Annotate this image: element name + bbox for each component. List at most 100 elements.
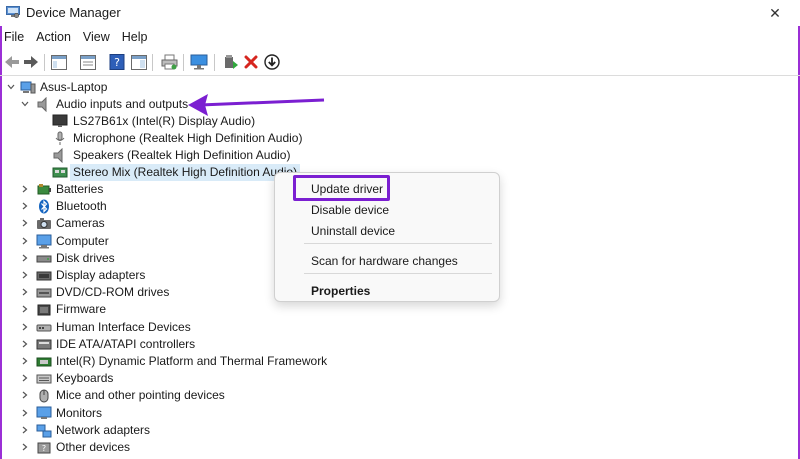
toolbar-separator [152,54,153,71]
annotation-highlight [293,175,390,201]
thermal-framework-icon [36,357,52,367]
speaker-icon [37,97,47,112]
title-bar: Device Manager ✕ [0,0,800,26]
download-driver-icon [264,54,280,70]
tree-category-label: Firmware [56,302,106,317]
tree-category-label: Other devices [56,440,131,454]
chevron-right-icon[interactable] [20,218,30,228]
mouse-icon [39,389,49,403]
chevron-right-icon[interactable] [20,253,30,263]
chevron-down-icon[interactable] [20,99,30,109]
speaker-icon [53,148,63,163]
back-button[interactable] [3,53,21,71]
camera-icon [37,218,51,230]
annotation-arrow [188,94,325,116]
action-pane-icon [131,54,147,70]
uninstall-x-icon [244,55,258,69]
sound-card-icon [52,167,68,178]
chevron-right-icon[interactable] [20,287,30,297]
show-hide-tree-button[interactable] [50,53,68,71]
window-title: Device Manager [26,5,121,20]
forward-button[interactable] [22,53,40,71]
add-driver-icon [225,55,238,69]
chevron-right-icon[interactable] [20,270,30,280]
keyboard-icon [36,374,52,384]
tree-category[interactable]: Monitors [0,405,420,422]
chevron-right-icon[interactable] [20,184,30,194]
device-manager-icon [6,6,20,18]
install-legacy-button[interactable] [263,53,281,71]
menu-item-properties[interactable]: Properties [311,284,370,298]
chevron-right-icon[interactable] [20,236,30,246]
tree-category-label: Monitors [56,405,103,420]
display-audio-icon [52,114,68,127]
monitor-icon [36,406,52,419]
tree-category[interactable]: Human Interface Devices [0,319,420,336]
forward-arrow-icon [24,56,38,68]
computer-icon [36,234,52,249]
tree-category-label: Cameras [56,216,105,231]
disk-drive-icon [36,255,52,263]
tree-category[interactable]: Firmware [0,301,420,318]
chevron-right-icon[interactable] [20,322,30,332]
chevron-right-icon[interactable] [20,304,30,314]
toolbar-separator [214,54,215,71]
toolbar: ? [0,50,800,76]
tree-device-label: Stereo Mix (Realtek High Definition Audi… [70,164,301,181]
chevron-right-icon[interactable] [20,390,30,400]
tree-device[interactable]: Speakers (Realtek High Definition Audio) [0,147,300,164]
other-devices-icon: ? [37,442,51,454]
tree-root[interactable]: Asus-Laptop [0,79,200,96]
menu-help[interactable]: Help [117,28,153,48]
tree-category-label: Network adapters [56,422,151,437]
tree-root-label: Asus-Laptop [40,80,108,94]
tree-category[interactable]: Intel(R) Dynamic Platform and Thermal Fr… [0,353,420,370]
chevron-right-icon[interactable] [20,442,30,452]
help-button[interactable]: ? [108,53,126,71]
tree-category[interactable]: IDE ATA/ATAPI controllers [0,336,420,353]
computer-tree-icon [20,81,36,94]
menu-action[interactable]: Action [31,28,76,48]
tree-category-label: Disk drives [56,250,115,265]
firmware-icon [37,304,51,316]
print-button[interactable] [160,53,178,71]
tree-category-label: DVD/CD-ROM drives [56,285,170,300]
tree-category-label: Display adapters [56,268,146,282]
menu-separator [304,243,492,244]
menu-item-disable-device[interactable]: Disable device [311,203,389,217]
monitor-icon [190,54,208,70]
chevron-right-icon[interactable] [20,373,30,383]
svg-text:?: ? [42,444,46,453]
menu-view[interactable]: View [78,28,115,48]
show-hide-tree-icon [51,54,67,70]
close-button[interactable]: ✕ [752,0,798,26]
scan-hardware-button[interactable] [190,53,208,71]
tree-category[interactable]: Mice and other pointing devices [0,387,420,404]
menu-item-uninstall-device[interactable]: Uninstall device [311,224,395,238]
close-icon: ✕ [769,4,781,21]
chevron-right-icon[interactable] [20,408,30,418]
menu-file[interactable]: File [0,28,29,48]
dvd-drive-icon [36,288,52,298]
chevron-right-icon[interactable] [20,339,30,349]
svg-text:?: ? [114,56,120,69]
uninstall-button[interactable] [242,53,260,71]
chevron-right-icon[interactable] [20,201,30,211]
tree-device-selected[interactable]: Stereo Mix (Realtek High Definition Audi… [0,164,301,181]
menu-bar: File Action View Help [0,28,800,48]
properties-icon [80,54,96,70]
tree-category[interactable]: Keyboards [0,370,420,387]
tree-device[interactable]: Microphone (Realtek High Definition Audi… [0,130,302,147]
action-pane-button[interactable] [130,53,148,71]
tree-category-label: Intel(R) Dynamic Platform and Thermal Fr… [56,354,328,368]
microphone-icon [55,131,65,145]
tree-category[interactable]: Network adapters [0,422,420,439]
properties-button[interactable] [79,53,97,71]
chevron-down-icon[interactable] [6,82,16,92]
chevron-right-icon[interactable] [20,425,30,435]
tree-category[interactable]: ? Other devices [0,439,420,456]
update-driver-button[interactable] [222,53,240,71]
network-adapter-icon [36,424,52,438]
chevron-right-icon[interactable] [20,356,30,366]
menu-item-scan-hardware[interactable]: Scan for hardware changes [311,254,458,268]
